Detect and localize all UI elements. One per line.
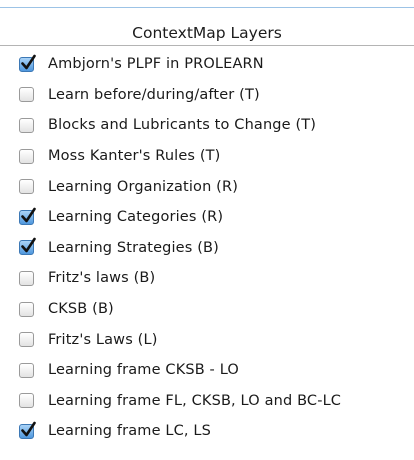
- layer-label: Blocks and Lubricants to Change (T): [48, 117, 317, 134]
- layer-label: Learning frame FL, CKSB, LO and BC-LC: [48, 392, 342, 409]
- layer-label: Fritz's laws (B): [48, 270, 156, 287]
- layer-row[interactable]: CKSB (B): [0, 294, 414, 325]
- header-divider: [0, 45, 414, 46]
- checkmark-icon: [21, 54, 36, 70]
- layer-label: Learning frame LC, LS: [48, 423, 212, 440]
- panel-title: ContextMap Layers: [132, 24, 282, 42]
- layer-label: Learning Strategies (B): [48, 239, 219, 256]
- top-divider: [0, 7, 414, 8]
- layer-row[interactable]: Learning frame CKSB - LO: [0, 355, 414, 386]
- layer-label: Learning Organization (R): [48, 178, 239, 195]
- layer-checkbox[interactable]: [19, 117, 34, 133]
- layer-checkbox[interactable]: [19, 207, 36, 225]
- layer-row[interactable]: Learning Categories (R): [0, 202, 414, 233]
- layer-row[interactable]: Learning Strategies (B): [0, 233, 414, 264]
- layer-checkbox[interactable]: [19, 332, 34, 348]
- layer-label: Ambjorn's PLPF in PROLEARN: [48, 56, 264, 73]
- checkmark-icon: [21, 207, 36, 223]
- layer-label: Moss Kanter's Rules (T): [48, 148, 221, 165]
- layer-checkbox[interactable]: [19, 54, 36, 72]
- layer-label: Fritz's Laws (L): [48, 331, 158, 348]
- layer-label: Learn before/during/after (T): [48, 86, 260, 103]
- layer-label: Learning Categories (R): [48, 209, 224, 226]
- layer-row[interactable]: Learn before/during/after (T): [0, 80, 414, 111]
- layer-checkbox[interactable]: [19, 148, 34, 164]
- layer-checkbox[interactable]: [19, 301, 34, 317]
- checkmark-icon: [21, 238, 36, 253]
- layer-row[interactable]: Ambjorn's PLPF in PROLEARN: [0, 49, 414, 80]
- layer-checkbox[interactable]: [19, 87, 34, 103]
- layer-row[interactable]: Learning frame LC, LS: [0, 416, 414, 447]
- layer-checkbox[interactable]: [19, 270, 34, 286]
- layer-checkbox[interactable]: [19, 362, 34, 378]
- layer-checkbox[interactable]: [19, 393, 34, 409]
- layer-checkbox[interactable]: [19, 421, 36, 439]
- layer-checkbox[interactable]: [19, 179, 34, 195]
- layer-row[interactable]: Moss Kanter's Rules (T): [0, 141, 414, 172]
- layer-label: Learning frame CKSB - LO: [48, 362, 239, 379]
- layer-checkbox[interactable]: [19, 238, 36, 256]
- layer-row[interactable]: Learning Organization (R): [0, 171, 414, 202]
- layer-row[interactable]: Fritz's laws (B): [0, 263, 414, 294]
- layer-label: CKSB (B): [48, 301, 114, 318]
- layer-list: Ambjorn's PLPF in PROLEARN Learn before/…: [0, 49, 414, 447]
- layer-row[interactable]: Blocks and Lubricants to Change (T): [0, 110, 414, 141]
- checkmark-icon: [21, 421, 36, 437]
- layer-row[interactable]: Learning frame FL, CKSB, LO and BC-LC: [0, 386, 414, 417]
- layer-row[interactable]: Fritz's Laws (L): [0, 324, 414, 355]
